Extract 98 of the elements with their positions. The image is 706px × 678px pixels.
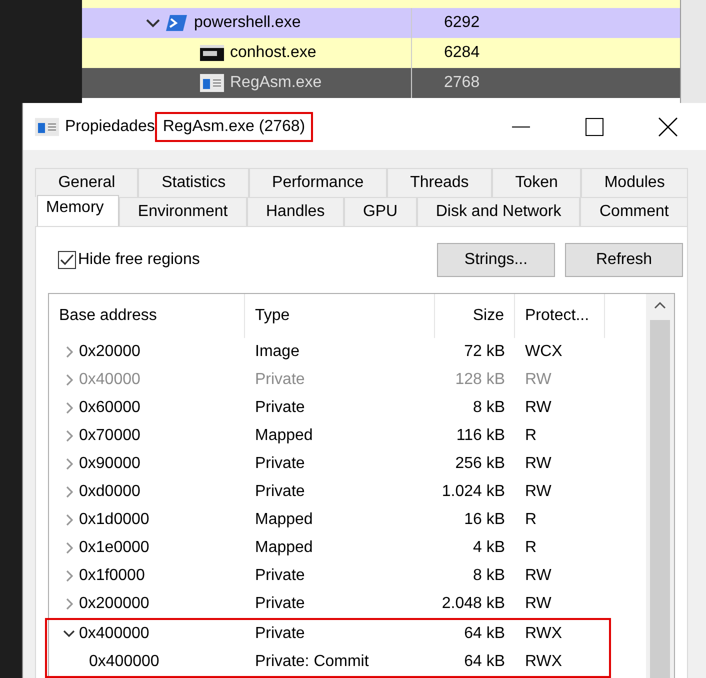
scrollbar-thumb[interactable] [650, 320, 670, 678]
address-cell: 0x400000 [79, 625, 150, 643]
memory-row[interactable]: 0x400000 Private: Commit 64 kB RWX [49, 648, 609, 676]
process-id: 6292 [443, 14, 480, 32]
size-cell-text: 256 kB [454, 455, 506, 473]
protection-cell-text: RWX [524, 625, 564, 643]
type-cell-text: Private [254, 595, 306, 613]
size-cell-text: 64 kB [463, 653, 506, 671]
address-cell: 0x200000 [79, 595, 150, 613]
window-icon [200, 74, 224, 92]
protection-cell-text: WCX [524, 343, 564, 361]
size-cell-text: 116 kB [455, 427, 506, 445]
type-cell-text: Mapped [254, 511, 314, 529]
tab[interactable]: Token [492, 168, 582, 197]
address-cell: 0x1f0000 [79, 567, 145, 585]
scrollbar-track[interactable] [681, 0, 706, 103]
address-cell: 0x1d0000 [79, 511, 150, 529]
process-id: 6284 [443, 44, 480, 62]
powershell-icon [166, 14, 188, 32]
memory-row[interactable]: 0x1f0000 Private 8 kB RW [49, 562, 646, 590]
type-cell-text: Private [254, 483, 306, 501]
memory-row[interactable]: 0xd0000 Private 1.024 kB RW [49, 478, 646, 506]
check-icon [60, 254, 74, 266]
tab[interactable]: GPU [344, 197, 417, 226]
tab[interactable]: Statistics [138, 168, 249, 197]
type-cell-text: Private [254, 371, 306, 389]
address-cell: 0x90000 [79, 455, 140, 473]
chevron-icon[interactable] [146, 18, 160, 28]
process-row[interactable]: conhost.exe 6284 [82, 38, 680, 68]
protection-cell-text: RW [524, 567, 552, 585]
address-cell: 0x20000 [79, 343, 140, 361]
window-title: Propiedades [65, 118, 155, 136]
address-cell: 0x60000 [79, 399, 140, 417]
tab[interactable]: Memory [37, 195, 119, 226]
type-cell-text: Mapped [254, 427, 314, 445]
size-cell-text: 1.024 kB [440, 483, 506, 501]
column-header[interactable]: Type [245, 294, 435, 338]
column-header[interactable]: Size [435, 294, 515, 338]
protection-cell-text: RW [524, 455, 552, 473]
process-row[interactable]: RegAsm.exe 2768 [82, 68, 680, 98]
protection-cell-text: RWX [524, 653, 564, 671]
memory-row[interactable]: 0x90000 Private 256 kB RW [49, 450, 646, 478]
console-icon [200, 45, 224, 61]
tab[interactable]: Modules [581, 168, 688, 197]
size-cell-text: 2.048 kB [440, 595, 506, 613]
protection-cell-text: R [524, 511, 538, 529]
size-cell-text: 8 kB [472, 399, 506, 417]
window-title-process: RegAsm.exe (2768) [154, 112, 314, 142]
window-icon [35, 118, 59, 136]
memory-row[interactable]: 0x20000 Image 72 kB WCX [49, 338, 646, 366]
tab[interactable]: Comment [580, 197, 688, 226]
column-header[interactable]: Base address [49, 294, 245, 338]
size-cell-text: 8 kB [472, 567, 506, 585]
memory-row[interactable]: 0x1e0000 Mapped 4 kB R [49, 534, 646, 562]
tab[interactable]: Threads [386, 168, 492, 197]
protection-cell-text: RW [524, 595, 552, 613]
memory-row[interactable]: 0x1d0000 Mapped 16 kB R [49, 506, 646, 534]
size-cell-text: 64 kB [463, 625, 506, 643]
type-cell-text: Private [254, 455, 306, 473]
type-cell-text: Private: Commit [254, 653, 370, 671]
process-name: RegAsm.exe [230, 74, 322, 92]
tab[interactable]: Environment [118, 197, 247, 226]
memory-row[interactable]: 0x70000 Mapped 116 kB R [49, 422, 646, 450]
column-header[interactable]: Protect... [515, 294, 605, 338]
tab[interactable]: Performance [248, 168, 387, 197]
protection-cell-text: R [524, 539, 538, 557]
address-cell: 0xd0000 [79, 483, 140, 501]
memory-row[interactable]: 0x60000 Private 8 kB RW [49, 394, 646, 422]
memory-row[interactable]: 0x200000 Private 2.048 kB RW [49, 590, 646, 618]
tab[interactable]: Disk and Network [416, 197, 580, 226]
protection-cell-text: RW [524, 371, 552, 389]
tab[interactable]: General [35, 168, 138, 197]
process-name: conhost.exe [230, 44, 316, 62]
process-id: 2768 [443, 74, 480, 92]
process-row[interactable]: powershell.exe 6292 [82, 8, 680, 38]
size-cell-text: 72 kB [463, 343, 506, 361]
protection-cell-text: R [524, 427, 538, 445]
address-cell: 0x1e0000 [79, 539, 150, 557]
address-cell: 0x40000 [79, 371, 140, 389]
checkbox[interactable] [58, 251, 76, 269]
address-cell: 0x400000 [89, 653, 160, 671]
memory-row[interactable]: 0x400000 Private 64 kB RWX [49, 620, 609, 648]
protection-cell-text: RW [524, 399, 552, 417]
protection-cell-text: RW [524, 483, 552, 501]
size-cell-text: 16 kB [463, 511, 506, 529]
type-cell-text: Private [254, 399, 306, 417]
toolbar-button[interactable]: Refresh [565, 243, 683, 277]
type-cell-text: Private [254, 625, 306, 643]
type-cell-text: Mapped [254, 539, 314, 557]
type-cell-text: Image [254, 343, 300, 361]
tab[interactable]: Handles [246, 197, 344, 226]
address-cell: 0x70000 [79, 427, 140, 445]
chevron-down-icon[interactable] [63, 628, 75, 640]
size-cell-text: 4 kB [472, 539, 506, 557]
size-cell-text: 128 kB [454, 371, 506, 389]
type-cell-text: Private [254, 567, 306, 585]
toolbar-button[interactable]: Strings... [437, 243, 555, 277]
process-name: powershell.exe [194, 14, 301, 32]
